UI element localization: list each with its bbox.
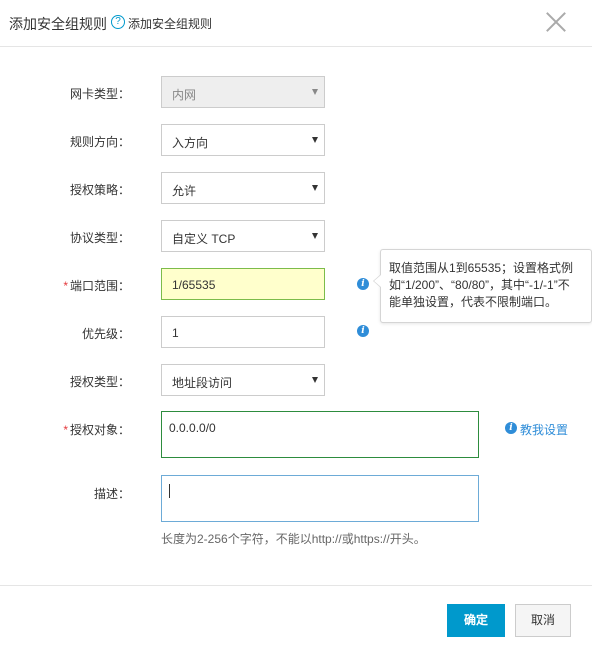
help-link[interactable]: 添加安全组规则 bbox=[128, 15, 212, 32]
priority-info-icon[interactable]: i bbox=[357, 325, 369, 337]
nic-type-label: 网卡类型： bbox=[69, 87, 130, 101]
port-range-label-text: 端口范围： bbox=[69, 279, 130, 293]
priority-input[interactable]: 1 bbox=[161, 316, 325, 348]
required-mark: * bbox=[63, 423, 68, 437]
chevron-down-icon bbox=[312, 233, 318, 239]
info-icon: i bbox=[505, 422, 517, 434]
tooltip-line: 能单独设置，代表不限制端口。 bbox=[389, 295, 558, 309]
auth-type-label: 授权类型： bbox=[69, 375, 130, 389]
help-icon[interactable]: ? bbox=[111, 15, 125, 29]
description-hint: 长度为2-256个字符，不能以http://或https://开头。 bbox=[161, 532, 426, 546]
dialog-title: 添加安全组规则 bbox=[9, 16, 107, 32]
description-label: 描述： bbox=[93, 487, 130, 501]
port-range-input[interactable]: 1/65535 bbox=[161, 268, 325, 300]
cancel-button[interactable]: 取消 bbox=[515, 604, 571, 637]
chevron-down-icon bbox=[312, 377, 318, 383]
policy-value: 允许 bbox=[172, 184, 197, 198]
protocol-select[interactable]: 自定义 TCP bbox=[161, 220, 325, 252]
auth-object-textarea[interactable]: 0.0.0.0/0 bbox=[161, 411, 479, 458]
direction-label: 规则方向： bbox=[69, 135, 130, 149]
port-range-value: 1/65535 bbox=[172, 278, 216, 292]
policy-select[interactable]: 允许 bbox=[161, 172, 325, 204]
guide-link-text[interactable]: 教我设置 bbox=[520, 421, 568, 438]
required-mark: * bbox=[63, 279, 68, 293]
text-caret bbox=[169, 484, 170, 498]
policy-label: 授权策略： bbox=[69, 183, 130, 197]
protocol-label: 协议类型： bbox=[69, 231, 130, 245]
footer-divider bbox=[0, 585, 592, 586]
chevron-down-icon bbox=[312, 185, 318, 191]
chevron-down-icon bbox=[312, 89, 318, 95]
nic-type-select: 内网 bbox=[161, 76, 325, 108]
description-textarea[interactable] bbox=[161, 475, 479, 522]
auth-type-select[interactable]: 地址段访问 bbox=[161, 364, 325, 396]
priority-label: 优先级： bbox=[81, 327, 130, 341]
port-range-info-icon[interactable]: i bbox=[357, 278, 369, 290]
close-icon[interactable] bbox=[545, 11, 567, 33]
protocol-value: 自定义 TCP bbox=[172, 232, 236, 246]
port-range-label: * 端口范围： bbox=[30, 277, 130, 294]
nic-type-value: 内网 bbox=[172, 88, 197, 102]
auth-object-label: * 授权对象： bbox=[30, 421, 130, 438]
tooltip-line: 如“1/200”、“80/80”，其中“-1/-1”不 bbox=[389, 278, 570, 292]
direction-value: 入方向 bbox=[172, 136, 209, 150]
chevron-down-icon bbox=[312, 137, 318, 143]
priority-value: 1 bbox=[172, 326, 179, 340]
confirm-button[interactable]: 确定 bbox=[447, 604, 505, 637]
port-range-tooltip: 取值范围从1到65535；设置格式例 如“1/200”、“80/80”，其中“-… bbox=[373, 249, 592, 323]
dialog-header: 添加安全组规则 ? 添加安全组规则 bbox=[0, 0, 592, 47]
auth-object-value: 0.0.0.0/0 bbox=[169, 421, 216, 435]
auth-type-value: 地址段访问 bbox=[172, 376, 233, 390]
auth-object-label-text: 授权对象： bbox=[69, 423, 130, 437]
direction-select[interactable]: 入方向 bbox=[161, 124, 325, 156]
tooltip-line: 取值范围从1到65535；设置格式例 bbox=[389, 261, 574, 275]
